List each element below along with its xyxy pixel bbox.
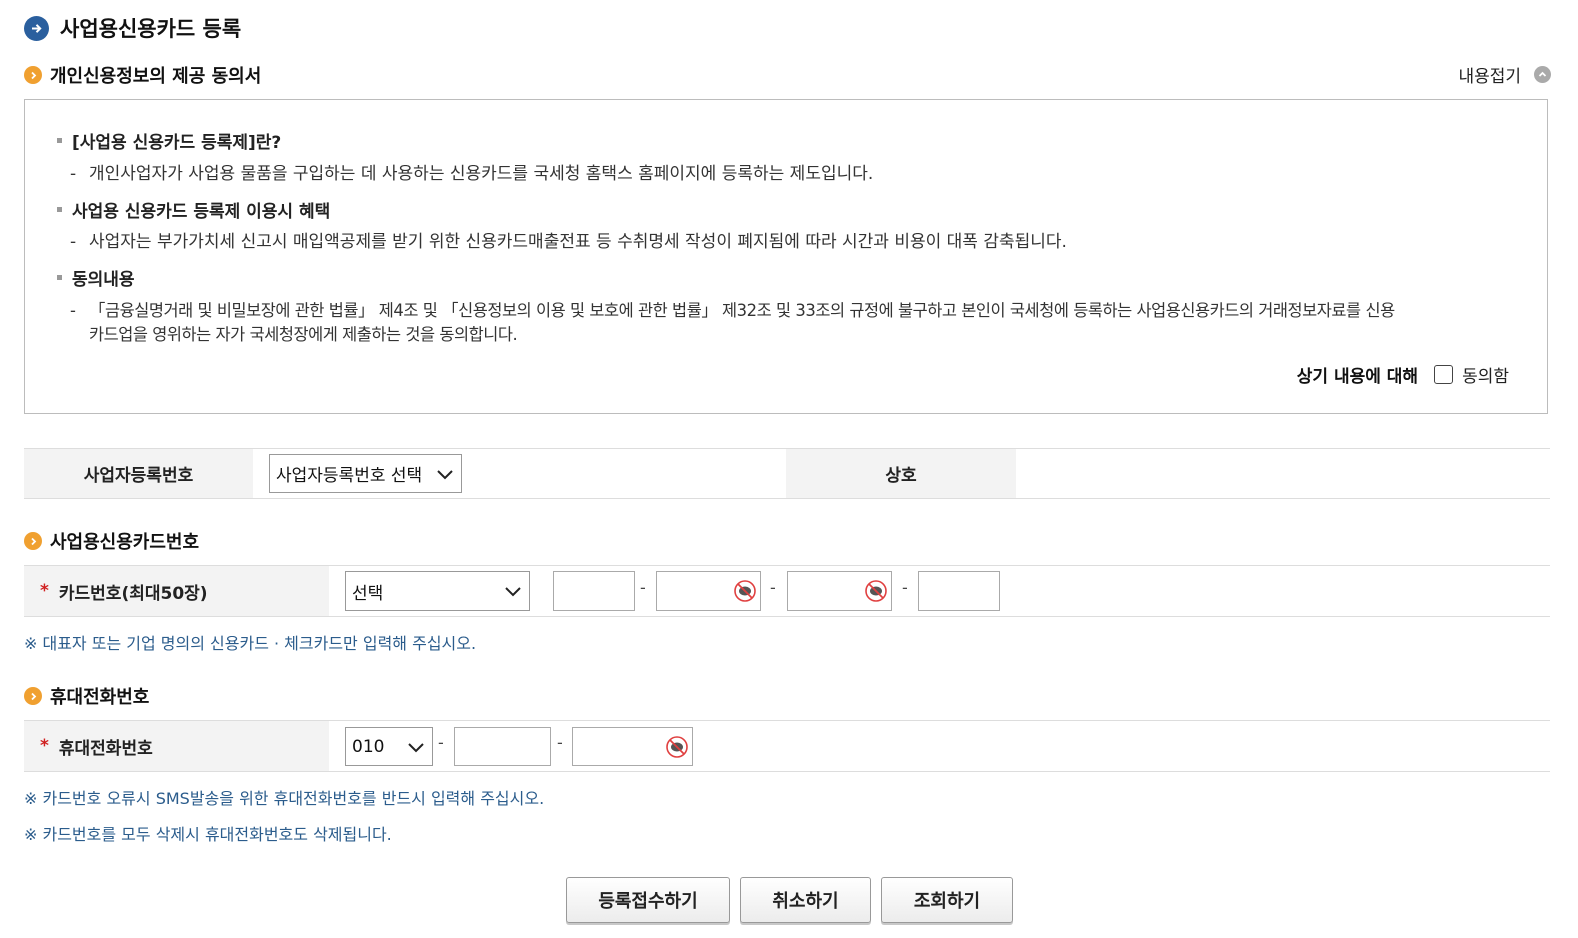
card-section-heading: 사업용신용카드번호 — [24, 528, 199, 554]
chevron-down-icon — [408, 742, 424, 752]
separator: - — [770, 578, 776, 597]
separator: - — [640, 578, 646, 597]
phone-label: * 휴대전화번호 — [24, 721, 329, 771]
phone-section-title: 휴대전화번호 — [50, 687, 150, 708]
consent-item-title: [사업용 신용카드 등록제]란? — [57, 128, 281, 153]
phone-row: * 휴대전화번호 010 - - — [24, 720, 1550, 772]
orange-arrow-icon — [24, 66, 42, 84]
consent-item-title: 동의내용 — [57, 265, 135, 290]
agree-checkbox[interactable] — [1434, 365, 1454, 384]
card-number-input-1[interactable] — [553, 571, 635, 611]
business-name-label: 상호 — [786, 449, 1016, 498]
business-row: 사업자등록번호 사업자등록번호 선택 상호 — [24, 448, 1550, 499]
agree-label[interactable]: 동의함 — [1462, 362, 1509, 387]
reg-no-label: 사업자등록번호 — [24, 449, 253, 498]
card-note: ※ 대표자 또는 기업 명의의 신용카드 · 체크카드만 입력해 주십시오. — [24, 634, 477, 653]
bullet-square — [57, 275, 62, 280]
submit-registration-button[interactable]: 등록접수하기 — [566, 877, 730, 923]
page-title: 사업용신용카드 등록 — [24, 12, 241, 44]
inquiry-button[interactable]: 조회하기 — [881, 877, 1013, 923]
card-company-select[interactable]: 선택 — [345, 571, 530, 611]
consent-heading-text: 개인신용정보의 제공 동의서 — [50, 66, 262, 87]
phone-last-input[interactable] — [572, 727, 693, 766]
required-mark: * — [40, 736, 49, 756]
card-number-input-4[interactable] — [918, 571, 1000, 611]
consent-item-title: 사업용 신용카드 등록제 이용시 혜택 — [57, 197, 330, 222]
arrow-right-circle-icon — [24, 15, 49, 41]
chevron-up-circle-icon — [1534, 66, 1551, 83]
bullet-square — [57, 207, 62, 212]
page-title-text: 사업용신용카드 등록 — [60, 17, 242, 41]
phone-prefix-select[interactable]: 010 — [345, 727, 433, 766]
consent-item-text: - 「금융실명거래 및 비밀보장에 관한 법률」 제4조 및 「신용정보의 이용 … — [70, 301, 1395, 344]
orange-arrow-icon — [24, 687, 42, 705]
consent-item-text: - 사업자는 부가가치세 신고시 매입액공제를 받기 위한 신용카드매출전표 등 … — [70, 232, 1067, 252]
agree-row: 상기 내용에 대해 동의함 — [1297, 362, 1509, 387]
collapse-label: 내용접기 — [1458, 67, 1521, 87]
phone-note: ※ 카드번호 오류시 SMS발송을 위한 휴대전화번호를 반드시 입력해 주십시… — [24, 789, 545, 808]
chevron-down-icon — [437, 469, 453, 479]
eye-slash-icon[interactable] — [665, 735, 689, 759]
collapse-button[interactable]: 내용접기 — [1458, 62, 1551, 87]
required-mark: * — [40, 581, 49, 601]
eye-slash-icon[interactable] — [733, 579, 757, 603]
card-number-input-2[interactable] — [656, 571, 761, 611]
card-row: * 카드번호(최대50장) 선택 - - - — [24, 565, 1550, 617]
cancel-button[interactable]: 취소하기 — [740, 877, 871, 923]
separator: - — [557, 733, 563, 752]
card-label: * 카드번호(최대50장) — [24, 566, 329, 616]
eye-slash-icon[interactable] — [864, 579, 888, 603]
phone-note: ※ 카드번호를 모두 삭제시 휴대전화번호도 삭제됩니다. — [24, 825, 392, 844]
phone-section-heading: 휴대전화번호 — [24, 683, 149, 709]
separator: - — [902, 578, 908, 597]
separator: - — [438, 733, 444, 752]
phone-middle-input[interactable] — [454, 727, 551, 766]
orange-arrow-icon — [24, 532, 42, 550]
card-number-input-3[interactable] — [787, 571, 892, 611]
bullet-square — [57, 138, 62, 143]
consent-heading: 개인신용정보의 제공 동의서 — [24, 62, 261, 88]
reg-no-select[interactable]: 사업자등록번호 선택 — [269, 454, 462, 493]
consent-item-text: - 개인사업자가 사업용 물품을 구입하는 데 사용하는 신용카드를 국세청 홈택… — [70, 164, 874, 184]
chevron-down-icon — [505, 587, 521, 597]
consent-box: [사업용 신용카드 등록제]란? - 개인사업자가 사업용 물품을 구입하는 데 … — [24, 99, 1548, 414]
agree-prefix: 상기 내용에 대해 — [1296, 367, 1419, 387]
card-section-title: 사업용신용카드번호 — [50, 532, 200, 553]
